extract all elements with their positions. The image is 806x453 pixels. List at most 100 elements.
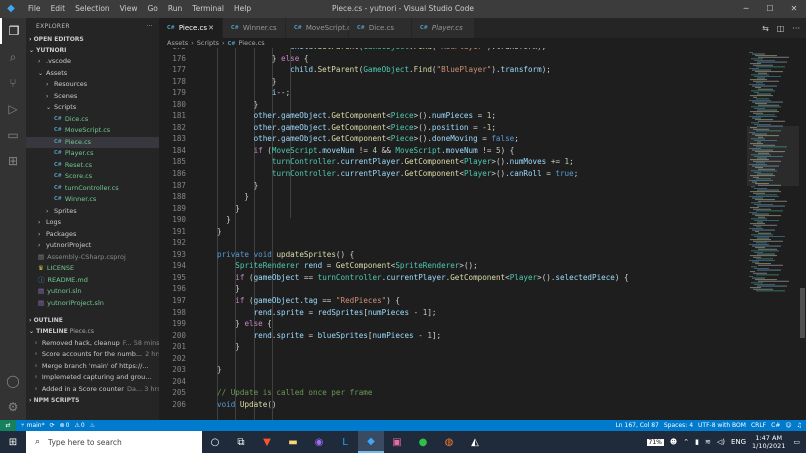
- tree-item[interactable]: › Packages: [26, 229, 159, 241]
- code-line[interactable]: if (gameObject.tag == "RedPieces") {: [217, 295, 629, 307]
- open-changes-icon[interactable]: ⇆: [762, 24, 769, 33]
- cortana-icon[interactable]: ○: [202, 431, 228, 453]
- unity-icon[interactable]: ◭: [462, 431, 488, 453]
- code-line[interactable]: }: [217, 76, 629, 88]
- menu-terminal[interactable]: Terminal: [187, 0, 229, 18]
- code-line[interactable]: other.gameObject.GetComponent<Piece>().d…: [217, 133, 629, 145]
- tree-item[interactable]: C# Dice.cs: [26, 114, 159, 126]
- brave-browser-icon[interactable]: ▼: [254, 431, 280, 453]
- app-purple-icon[interactable]: ◉: [306, 431, 332, 453]
- tree-item[interactable]: › Resources: [26, 79, 159, 91]
- npm-scripts-section[interactable]: › NPM SCRIPTS: [26, 395, 159, 406]
- close-icon[interactable]: ✕: [782, 0, 806, 18]
- tree-item[interactable]: C# turnController.cs: [26, 183, 159, 195]
- file-explorer-icon[interactable]: ▬: [280, 431, 306, 453]
- menu-go[interactable]: Go: [142, 0, 162, 18]
- feedback-icon[interactable]: ☺: [785, 422, 791, 429]
- code-line[interactable]: rend.sprite = blueSprites[numPieces - 1]…: [217, 330, 629, 342]
- menu-edit[interactable]: Edit: [46, 0, 71, 18]
- outline-section[interactable]: › OUTLINE: [26, 315, 159, 326]
- tree-item[interactable]: C# Reset.cs: [26, 160, 159, 172]
- close-tab-icon[interactable]: ✕: [208, 24, 214, 32]
- tab-player-cs[interactable]: C# Player.cs: [412, 18, 475, 38]
- code-lines[interactable]: child.SetParent(GameObject.Find("RedPlay…: [217, 48, 629, 411]
- minimap-viewport[interactable]: [747, 126, 799, 186]
- timeline-item[interactable]: ◦ Merge branch 'main' of https://...: [26, 360, 159, 372]
- code-line[interactable]: if (gameObject == turnController.current…: [217, 272, 628, 284]
- branch-name[interactable]: main*: [27, 422, 45, 429]
- end-of-line[interactable]: CRLF: [751, 422, 766, 429]
- tree-item[interactable]: C# Score.cs: [26, 171, 159, 183]
- tree-item[interactable]: C# Winner.cs: [26, 194, 159, 206]
- code-line[interactable]: }: [217, 191, 629, 203]
- code-line[interactable]: private void updateSprites() {: [217, 249, 629, 261]
- run-debug-icon[interactable]: ▷: [0, 96, 26, 122]
- chevron-up-icon[interactable]: ⌃: [683, 438, 689, 446]
- app-orange-icon[interactable]: ◍: [436, 431, 462, 453]
- code-line[interactable]: i--;: [217, 87, 629, 99]
- code-editor[interactable]: 1751761771781791801811821831841851861871…: [159, 48, 747, 420]
- battery-icon[interactable]: ▮: [695, 438, 699, 446]
- tree-item[interactable]: ▤ yutnoriProject.sln: [26, 298, 159, 310]
- tree-item[interactable]: ⓘ README.md: [26, 275, 159, 287]
- breadcrumb-item[interactable]: Assets: [167, 39, 188, 47]
- code-line[interactable]: } else {: [217, 318, 629, 330]
- menu-selection[interactable]: Selection: [70, 0, 115, 18]
- tab-piece-cs[interactable]: C# Piece.cs ✕: [159, 18, 223, 38]
- scrollbar-thumb[interactable]: [800, 288, 805, 338]
- breadcrumb-item[interactable]: Piece.cs: [238, 39, 264, 47]
- language-mode[interactable]: C#: [771, 422, 780, 429]
- breadcrumb-item[interactable]: Scripts: [197, 39, 219, 47]
- minimap[interactable]: [747, 48, 799, 420]
- volume-icon[interactable]: ◁): [717, 438, 725, 446]
- code-line[interactable]: SpriteRenderer rend = GetComponent<Sprit…: [217, 260, 629, 272]
- indentation[interactable]: Spaces: 4: [664, 422, 693, 429]
- wifi-icon[interactable]: ≋: [705, 438, 711, 446]
- project-section[interactable]: ⌄ YUTNORI: [26, 45, 159, 56]
- problems-count[interactable]: 0: [66, 422, 70, 429]
- menu-help[interactable]: Help: [229, 0, 256, 18]
- split-editor-icon[interactable]: ◫: [777, 24, 785, 33]
- input-language[interactable]: ENG: [731, 438, 746, 446]
- gear-icon[interactable]: ⚙: [0, 394, 26, 420]
- battery-indicator[interactable]: 71%: [646, 438, 664, 446]
- open-editors-section[interactable]: › OPEN EDITORS: [26, 34, 159, 45]
- cursor-position[interactable]: Ln 167, Col 87: [615, 422, 658, 429]
- warnings-count[interactable]: 0: [81, 422, 85, 429]
- notification-center-icon[interactable]: ▭: [793, 438, 800, 446]
- tab-movescript-cs[interactable]: C# MoveScript.cs: [286, 18, 355, 38]
- code-line[interactable]: } else {: [217, 53, 629, 65]
- code-line[interactable]: }: [217, 283, 629, 295]
- tree-item[interactable]: ▤ yutnori.sln: [26, 286, 159, 298]
- source-control-icon[interactable]: ⑂: [0, 70, 26, 96]
- tree-item[interactable]: › Scenes: [26, 91, 159, 103]
- sync-icon[interactable]: ⟳: [50, 422, 55, 429]
- code-line[interactable]: if (MoveScript.moveNum != 4 && MoveScrip…: [217, 145, 629, 157]
- tab-winner-cs[interactable]: C# Winner.cs: [223, 18, 286, 38]
- code-line[interactable]: rend.sprite = redSprites[numPieces - 1];: [217, 307, 629, 319]
- code-line[interactable]: child.SetParent(GameObject.Find("BluePla…: [217, 64, 629, 76]
- remote-indicator-icon[interactable]: ⇄: [0, 420, 16, 431]
- code-line[interactable]: other.gameObject.GetComponent<Piece>().p…: [217, 122, 629, 134]
- explorer-icon[interactable]: ❐: [0, 18, 26, 44]
- tree-item[interactable]: › .vscode: [26, 56, 159, 68]
- timeline-item[interactable]: ◦ Added in a Score counter Da... 3 hrs: [26, 383, 159, 395]
- timeline-item[interactable]: ◦ Removed hack, cleanup F... 58 mins: [26, 337, 159, 349]
- tree-item[interactable]: C# Piece.cs: [26, 136, 159, 148]
- fire-icon[interactable]: ♨: [90, 422, 95, 429]
- tree-item[interactable]: › yutnoriProject: [26, 240, 159, 252]
- app-pink-icon[interactable]: ▣: [384, 431, 410, 453]
- app-l-icon[interactable]: L: [332, 431, 358, 453]
- tree-item[interactable]: ⌄ Assets: [26, 68, 159, 80]
- notifications-icon[interactable]: ♫: [797, 422, 802, 429]
- people-icon[interactable]: ☻: [670, 438, 677, 446]
- code-line[interactable]: [217, 353, 629, 365]
- tree-item[interactable]: ♛ LICENSE: [26, 263, 159, 275]
- code-line[interactable]: }: [217, 180, 629, 192]
- code-line[interactable]: [217, 237, 629, 249]
- remote-explorer-icon[interactable]: ▭: [0, 122, 26, 148]
- tree-item[interactable]: › Logs: [26, 217, 159, 229]
- task-view-icon[interactable]: ⧉: [228, 431, 254, 453]
- code-line[interactable]: }: [217, 99, 629, 111]
- code-line[interactable]: // Update is called once per frame: [217, 387, 629, 399]
